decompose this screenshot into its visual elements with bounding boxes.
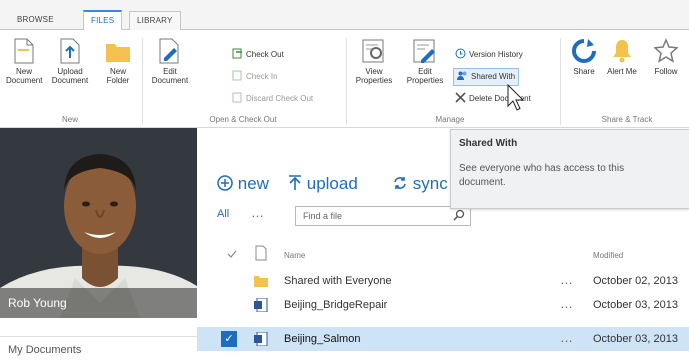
new-folder-button[interactable]: New Folder — [100, 38, 136, 85]
row-checkbox-checked[interactable]: ✓ — [221, 331, 237, 347]
modified-date: October 03, 2013 — [593, 299, 679, 311]
sync-action[interactable]: sync — [392, 174, 448, 194]
edit-properties-icon — [413, 39, 435, 63]
edit-document-label: Edit Document — [151, 67, 189, 85]
modified-date: October 02, 2013 — [593, 275, 679, 287]
view-properties-label: View Properties — [355, 67, 393, 85]
discard-check-out-icon — [232, 92, 242, 103]
check-out-button[interactable]: Check Out — [232, 48, 284, 62]
file-name[interactable]: Shared with Everyone — [284, 269, 392, 293]
ribbon-separator — [142, 38, 143, 125]
version-history-icon — [455, 48, 466, 59]
file-name[interactable]: Beijing_BridgeRepair — [284, 293, 387, 317]
column-header-modified[interactable]: Modified — [593, 251, 623, 260]
edit-properties-label: Edit Properties — [406, 67, 444, 85]
folder-icon — [254, 276, 268, 287]
version-history-button[interactable]: Version History — [455, 48, 523, 62]
edit-properties-button[interactable]: Edit Properties — [402, 38, 448, 85]
table-row[interactable]: Shared with Everyone … October 02, 2013 — [197, 269, 689, 293]
new-document-icon — [14, 38, 34, 64]
new-folder-label: New Folder — [106, 67, 130, 85]
upload-document-icon — [60, 38, 80, 64]
select-all-check-icon[interactable] — [227, 249, 237, 259]
column-header-name[interactable]: Name — [284, 251, 305, 260]
modified-date: October 03, 2013 — [593, 333, 679, 345]
follow-button[interactable]: Follow — [648, 38, 684, 76]
discard-check-out-button[interactable]: Discard Check Out — [232, 92, 313, 106]
ribbon-tab-bar: BROWSE FILES LIBRARY — [0, 0, 689, 31]
mouse-cursor-icon — [507, 84, 525, 111]
check-in-button[interactable]: Check In — [232, 70, 278, 84]
row-more-button[interactable]: … — [560, 327, 573, 349]
group-label-new: New — [61, 115, 78, 124]
star-icon — [654, 38, 678, 63]
upload-document-button[interactable]: Upload Document — [48, 38, 92, 85]
row-more-button[interactable]: … — [560, 269, 573, 291]
edit-document-button[interactable]: Edit Document — [148, 38, 192, 85]
profile-name: Rob Young — [0, 288, 197, 318]
plus-circle-icon — [217, 175, 233, 191]
check-in-label: Check In — [246, 72, 278, 81]
ribbon-separator — [346, 38, 347, 125]
tab-browse[interactable]: BROWSE — [10, 11, 61, 30]
view-all-link[interactable]: All — [217, 208, 229, 220]
word-document-icon — [254, 332, 268, 346]
delete-icon — [455, 92, 466, 103]
search-placeholder: Find a file — [303, 211, 343, 221]
group-label-open-check-out: Open & Check Out — [209, 115, 277, 124]
new-action-label: new — [237, 174, 269, 193]
divider — [0, 336, 197, 337]
group-label-share-track: Share & Track — [601, 115, 653, 124]
shared-with-icon — [457, 71, 467, 80]
tab-files[interactable]: FILES — [83, 10, 123, 31]
share-label: Share — [573, 67, 595, 76]
table-row[interactable]: Beijing_BridgeRepair … October 03, 2013 — [197, 293, 689, 317]
ribbon-separator — [560, 38, 561, 125]
more-views-button[interactable]: … — [251, 205, 264, 220]
sync-icon — [394, 177, 406, 189]
row-more-button[interactable]: … — [560, 293, 573, 315]
ribbon: New Document Upload Document New Folder … — [0, 30, 689, 128]
profile-photo: Rob Young — [0, 128, 197, 318]
new-document-label: New Document — [6, 67, 43, 85]
tooltip-title: Shared With — [459, 138, 518, 149]
alert-me-label: Alert Me — [607, 67, 637, 76]
shared-with-label: Shared With — [471, 72, 516, 81]
edit-document-icon — [159, 38, 179, 64]
check-out-icon — [232, 48, 242, 59]
share-icon — [572, 39, 596, 63]
version-history-label: Version History — [469, 50, 523, 59]
shared-with-tooltip: Shared With See everyone who has access … — [450, 129, 689, 209]
view-properties-icon — [362, 39, 384, 63]
nav-item-my-documents[interactable]: My Documents — [8, 344, 81, 356]
search-input[interactable]: Find a file — [295, 206, 471, 226]
left-pane: Rob Young My Documents — [0, 128, 197, 364]
bell-icon — [613, 40, 631, 63]
search-icon[interactable] — [453, 209, 465, 221]
group-label-manage: Manage — [435, 115, 465, 124]
tooltip-body: See everyone who has access to this docu… — [459, 163, 625, 188]
upload-document-label: Upload Document — [51, 67, 89, 85]
file-name[interactable]: Beijing_Salmon — [284, 327, 360, 351]
share-button[interactable]: Share — [568, 38, 600, 76]
check-out-label: Check Out — [246, 50, 284, 59]
alert-me-button[interactable]: Alert Me — [606, 38, 638, 76]
table-row-selected[interactable]: ✓ Beijing_Salmon … October 03, 2013 — [197, 327, 689, 351]
folder-icon — [106, 44, 130, 62]
follow-label: Follow — [654, 67, 678, 76]
word-document-icon — [254, 298, 268, 312]
new-action[interactable]: new — [217, 174, 269, 194]
new-document-button[interactable]: New Document — [6, 38, 42, 85]
sync-action-label: sync — [412, 174, 448, 193]
discard-check-out-label: Discard Check Out — [246, 94, 314, 103]
upload-icon — [289, 175, 301, 190]
upload-action-label: upload — [306, 174, 358, 193]
tab-library[interactable]: LIBRARY — [129, 11, 181, 30]
view-properties-button[interactable]: View Properties — [351, 38, 397, 85]
check-in-icon — [232, 70, 242, 81]
upload-action[interactable]: upload — [288, 174, 358, 194]
file-type-icon — [255, 245, 267, 261]
